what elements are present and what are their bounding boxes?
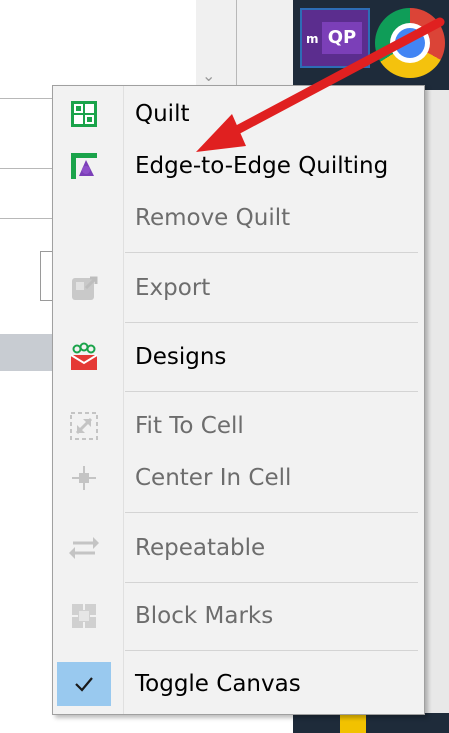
annotation-arrow — [196, 17, 445, 152]
